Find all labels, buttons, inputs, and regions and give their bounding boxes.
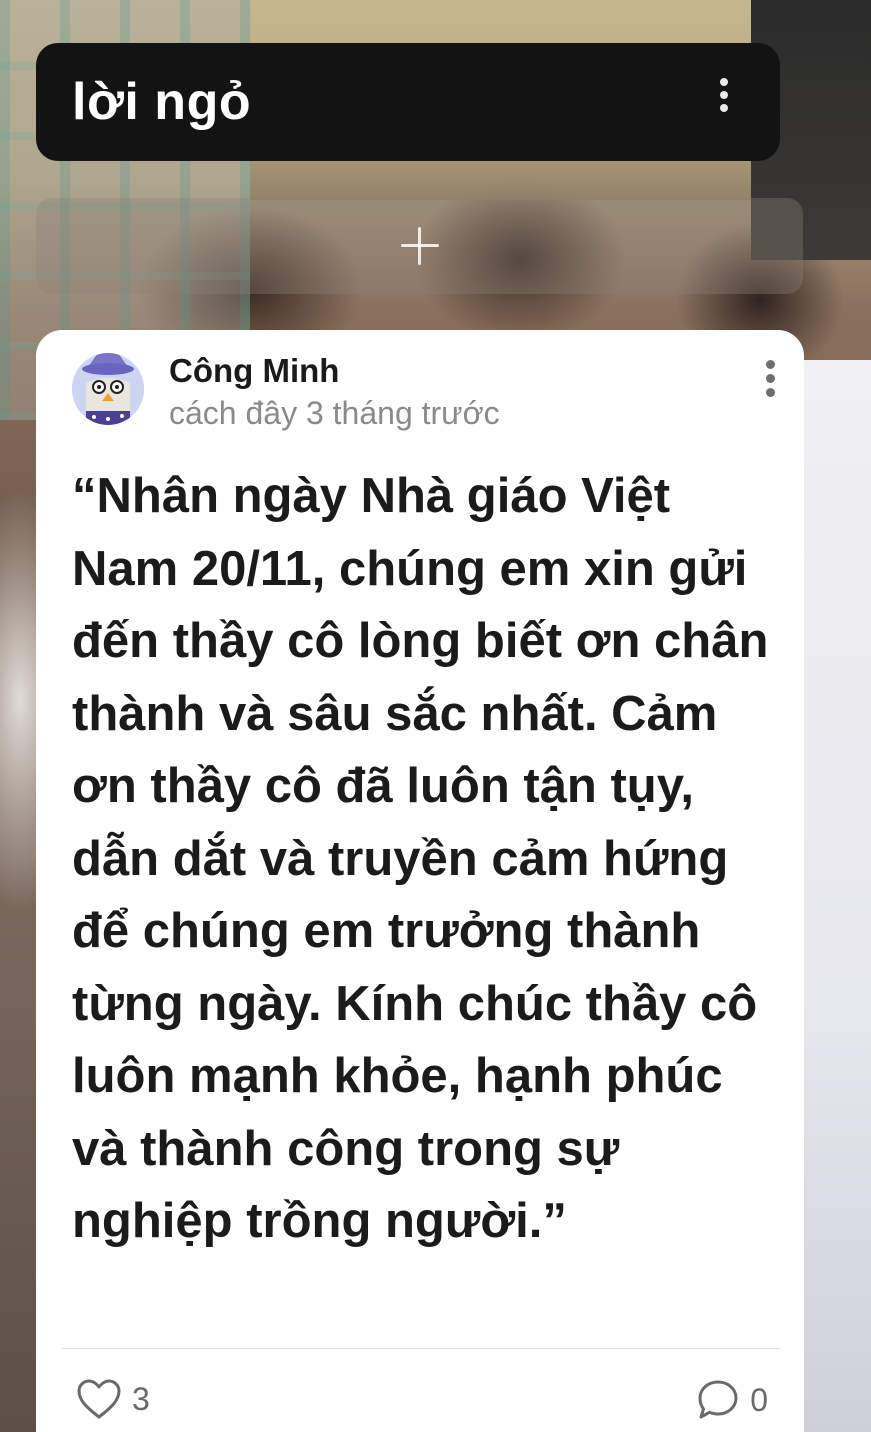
board-title: lời ngỏ <box>72 73 252 131</box>
board-header: lời ngỏ <box>36 43 780 161</box>
plus-icon <box>400 227 439 265</box>
heart-icon <box>77 1379 121 1419</box>
post-timestamp: cách đây 3 tháng trước <box>169 395 500 431</box>
comment-button[interactable]: 0 <box>696 1378 768 1422</box>
post-card: Công Minh cách đây 3 tháng trước “Nhân n… <box>36 330 804 1432</box>
more-vertical-icon[interactable] <box>758 356 782 400</box>
comment-count: 0 <box>750 1381 768 1418</box>
comment-icon <box>698 1380 738 1419</box>
more-vertical-icon[interactable] <box>712 73 736 117</box>
post-content: “Nhân ngày Nhà giáo Việt Nam 20/11, chún… <box>72 469 769 1248</box>
divider <box>62 1348 780 1349</box>
like-button[interactable]: 3 <box>76 1378 150 1420</box>
like-count: 3 <box>132 1380 150 1417</box>
author-name: Công Minh <box>169 352 340 389</box>
avatar[interactable] <box>72 353 144 425</box>
add-post-button[interactable] <box>36 198 803 294</box>
